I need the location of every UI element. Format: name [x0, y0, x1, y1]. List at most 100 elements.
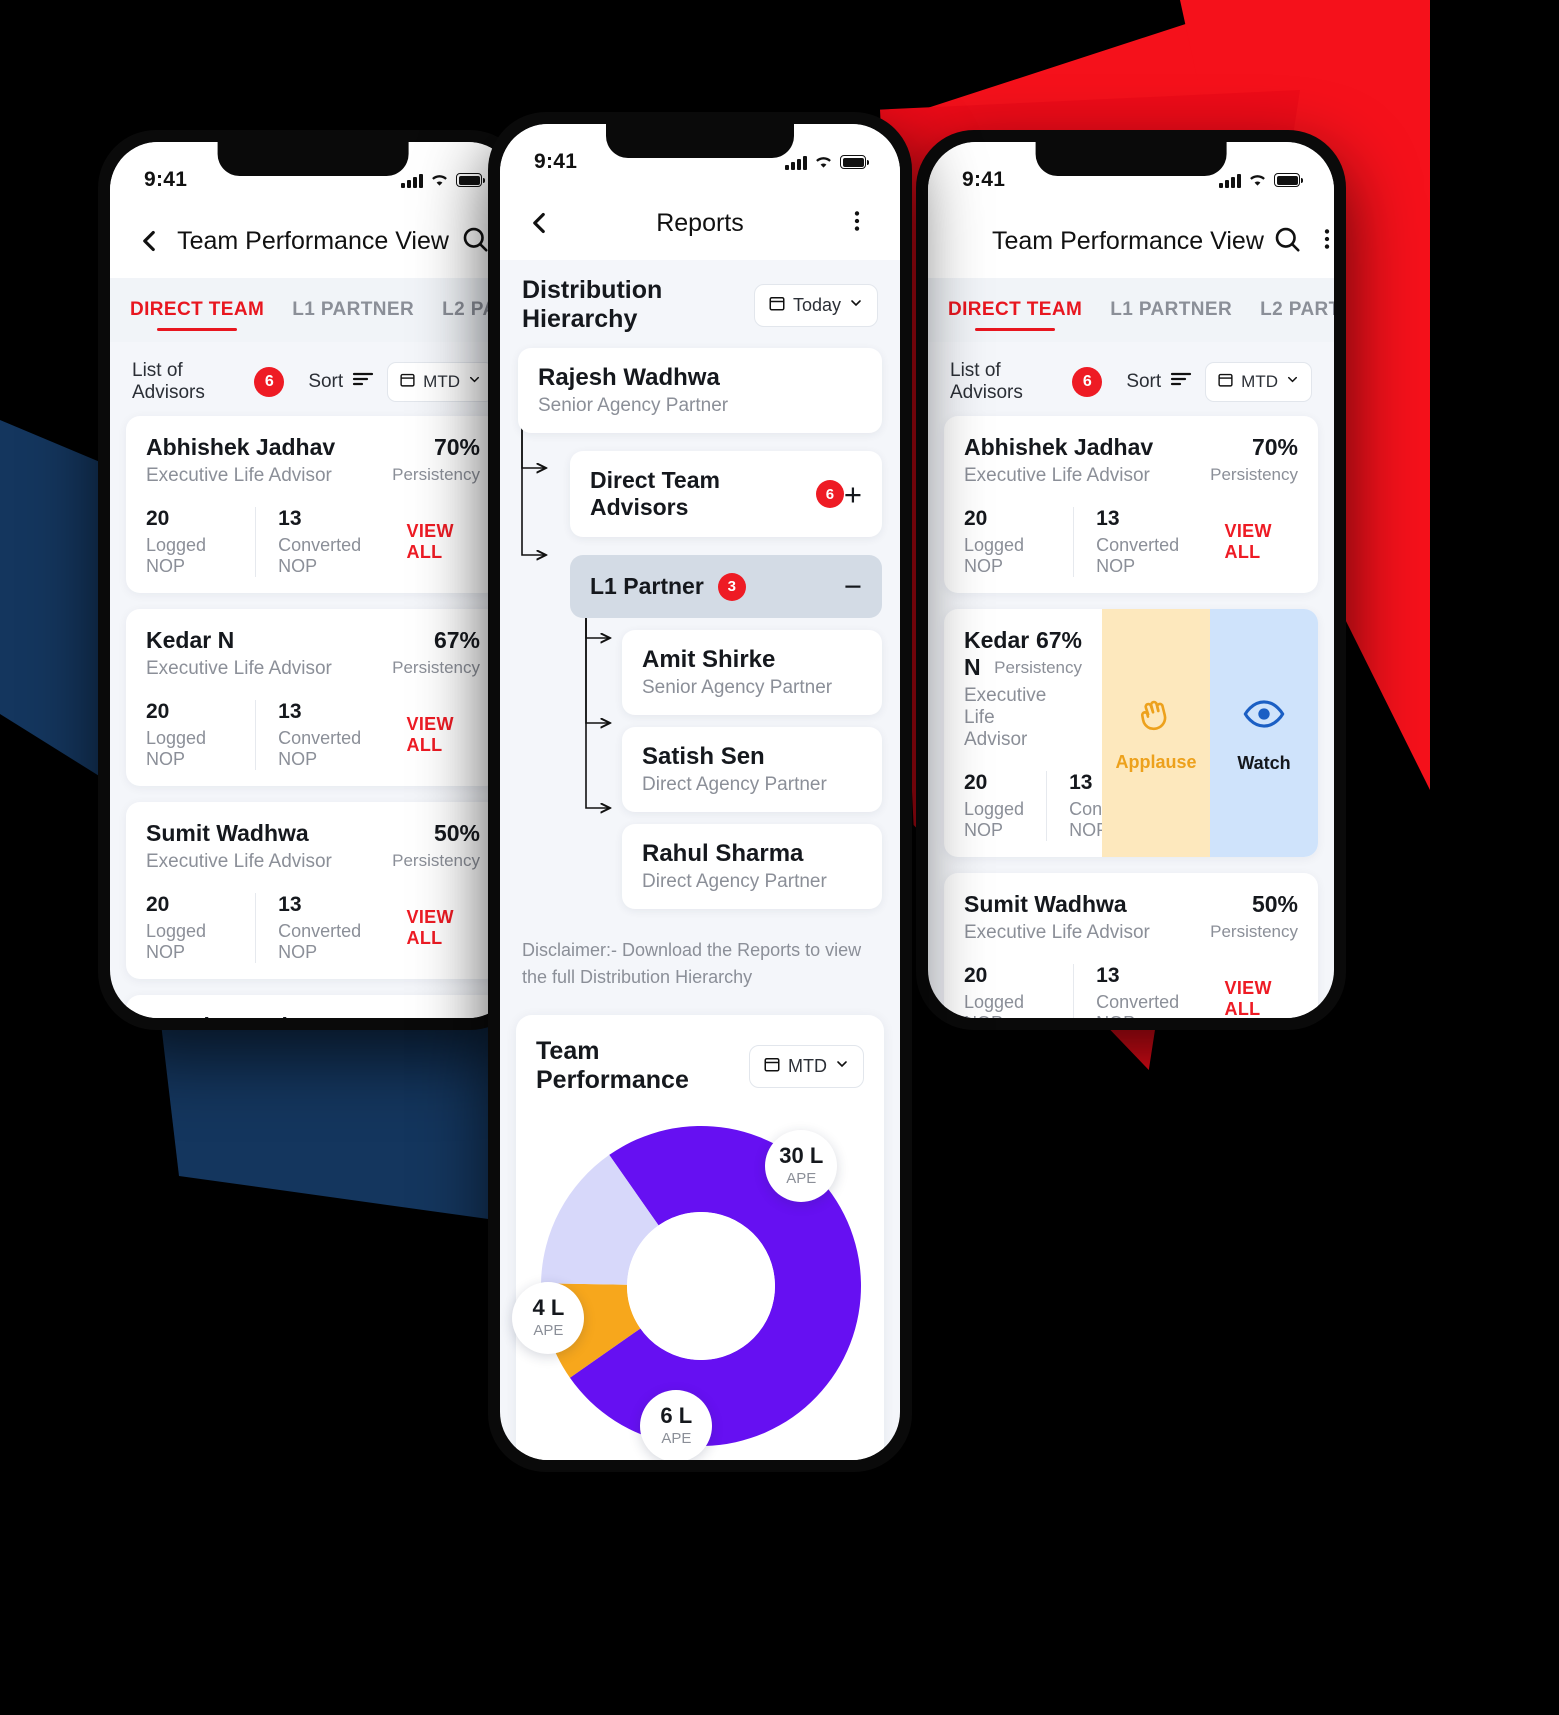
- list-of-advisors-label: List of Advisors: [950, 360, 1023, 403]
- value-label: 4 L: [532, 1295, 565, 1321]
- search-icon[interactable]: [1272, 224, 1306, 258]
- sort-icon: [1169, 370, 1193, 394]
- sort-button[interactable]: Sort: [1126, 370, 1193, 394]
- page-title: Team Performance View: [992, 226, 1264, 255]
- persistency-label: Persistency: [1210, 922, 1298, 941]
- table-row[interactable]: Kunal Karnal Executive Life Advisor 45% …: [126, 995, 500, 1018]
- table-row-swiped[interactable]: Kedar N Executive Life Advisor 67% Persi…: [944, 609, 1318, 857]
- team-performance-header: Team Performance MTD: [536, 1037, 864, 1095]
- unit-label: APE: [533, 1322, 564, 1340]
- view-all-link[interactable]: VIEW ALL: [1225, 521, 1298, 563]
- advisor-list: Abhishek Jadhav Executive Life Advisor 7…: [928, 416, 1334, 1018]
- hierarchy-child-node[interactable]: Amit Shirke Senior Agency Partner: [622, 630, 882, 715]
- table-row[interactable]: Sumit Wadhwa Executive Life Advisor 50% …: [944, 873, 1318, 1018]
- stat-converted-nop: 13 Converted NOP: [255, 507, 406, 577]
- sort-button[interactable]: Sort: [308, 370, 375, 394]
- more-vertical-icon[interactable]: [844, 206, 878, 240]
- status-time: 9:41: [534, 150, 578, 173]
- advisor-header: Abhishek Jadhav Executive Life Advisor 7…: [964, 434, 1298, 487]
- phone-notch: [1035, 142, 1227, 176]
- tab-l1-partner[interactable]: L1 PARTNER: [1110, 278, 1232, 342]
- stat-logged-nop: 20 Logged NOP: [146, 700, 255, 770]
- collapse-toggle-icon[interactable]: −: [844, 571, 862, 602]
- more-vertical-icon[interactable]: [1314, 224, 1334, 258]
- advisor-header: Abhishek Jadhav Executive Life Advisor 7…: [146, 434, 480, 487]
- stat-logged-nop: 20 Logged NOP: [964, 771, 1046, 841]
- back-button[interactable]: [522, 206, 556, 240]
- table-row[interactable]: Abhishek Jadhav Executive Life Advisor 7…: [944, 416, 1318, 593]
- expand-toggle-icon[interactable]: +: [844, 479, 862, 510]
- advisor-identity: Abhishek Jadhav Executive Life Advisor: [964, 434, 1200, 487]
- view-all-link[interactable]: VIEW ALL: [407, 521, 480, 563]
- advisor-identity: Kedar N Executive Life Advisor: [146, 627, 382, 680]
- advisor-identity: Sumit Wadhwa Executive Life Advisor: [964, 891, 1200, 944]
- advisor-role: Executive Life Advisor: [964, 922, 1150, 943]
- screen-team-performance-right: 9:41 Team Performance View DIRECT TEAM L…: [928, 142, 1334, 1018]
- hierarchy-child-node[interactable]: Satish Sen Direct Agency Partner: [622, 727, 882, 812]
- period-selector-mtd[interactable]: MTD: [387, 362, 494, 402]
- advisor-role: Executive Life Advisor: [146, 658, 332, 679]
- view-all-link[interactable]: VIEW ALL: [407, 907, 480, 949]
- period-selector-mtd[interactable]: MTD: [749, 1044, 864, 1088]
- persistency-label: Persistency: [1210, 465, 1298, 484]
- child-role: Senior Agency Partner: [642, 677, 833, 698]
- clapping-hands-icon: [1135, 693, 1177, 740]
- period-selector-mtd[interactable]: MTD: [1205, 362, 1312, 402]
- child-role: Direct Agency Partner: [642, 871, 827, 892]
- table-row[interactable]: Kedar N Executive Life Advisor 67% Persi…: [126, 609, 500, 786]
- persistency-block: 45% Persistency: [382, 1013, 480, 1018]
- value-label: 6 L: [660, 1402, 693, 1428]
- tab-bar: DIRECT TEAM L1 PARTNER L2 PARTNER: [110, 278, 516, 342]
- back-button[interactable]: [950, 224, 984, 258]
- screen-reports: 9:41 Reports Distribution Hierarchy Toda…: [500, 124, 900, 1460]
- logged-nop-value: 20: [146, 700, 170, 723]
- status-time: 9:41: [962, 168, 1006, 191]
- logged-nop-value: 20: [964, 771, 988, 794]
- view-all-link[interactable]: VIEW ALL: [407, 714, 480, 756]
- period-label: MTD: [423, 372, 460, 391]
- list-of-advisors-label: List of Advisors: [132, 360, 205, 403]
- advisor-role: Executive Life Advisor: [964, 465, 1150, 486]
- logged-nop-value: 20: [964, 964, 988, 987]
- hierarchy-group-direct-team-advisors[interactable]: Direct Team Advisors 6 +: [570, 451, 882, 537]
- phone-right: 9:41 Team Performance View DIRECT TEAM L…: [916, 130, 1346, 1030]
- tab-bar: DIRECT TEAM L1 PARTNER L2 PARTNER: [928, 278, 1334, 342]
- tab-direct-team[interactable]: DIRECT TEAM: [130, 278, 264, 342]
- persistency-label: Persistency: [994, 658, 1082, 677]
- logged-nop-value: 20: [964, 507, 988, 530]
- tab-l1-partner[interactable]: L1 PARTNER: [292, 278, 414, 342]
- table-row[interactable]: Sumit Wadhwa Executive Life Advisor 50% …: [126, 802, 500, 979]
- period-selector-today[interactable]: Today: [753, 283, 878, 327]
- stat-converted-nop: 13 Converted NOP: [255, 893, 406, 963]
- hierarchy-child-node[interactable]: Rahul Sharma Direct Agency Partner: [622, 824, 882, 909]
- distribution-hierarchy-header: Distribution Hierarchy Today: [500, 260, 900, 348]
- advisor-count-badge: 6: [254, 367, 285, 397]
- advisor-stats: 20 Logged NOP 13 Converted NOP VIEW ALL: [964, 771, 1221, 841]
- tab-l2-partner[interactable]: L2 PARTNER: [1260, 278, 1334, 342]
- advisor-header: Kedar N Executive Life Advisor 67% Persi…: [146, 627, 480, 680]
- hierarchy-disclaimer: Disclaimer:- Download the Reports to vie…: [522, 940, 862, 987]
- data-label-bubble: 6 L APE: [640, 1389, 713, 1460]
- applause-action-button[interactable]: Applause: [1102, 609, 1210, 857]
- back-button[interactable]: [132, 224, 166, 258]
- status-icons: [401, 173, 485, 188]
- calendar-icon: [1217, 371, 1234, 393]
- advisor-name: Abhishek Jadhav: [964, 434, 1154, 460]
- logged-nop-label: Logged NOP: [146, 921, 207, 962]
- hierarchy-group-l1-partner[interactable]: L1 Partner 3 −: [570, 555, 882, 618]
- watch-action-button[interactable]: Watch: [1210, 609, 1318, 857]
- persistency-block: 67% Persistency: [984, 627, 1082, 678]
- persistency-value: 67%: [433, 627, 480, 653]
- chevron-down-icon: [1285, 372, 1300, 392]
- battery-icon: [840, 155, 869, 169]
- view-all-link[interactable]: VIEW ALL: [1225, 978, 1298, 1018]
- advisor-stats: 20 Logged NOP 13 Converted NOP VIEW ALL: [146, 893, 480, 963]
- table-row[interactable]: Abhishek Jadhav Executive Life Advisor 7…: [126, 416, 500, 593]
- persistency-value: 67%: [1035, 627, 1082, 653]
- tab-direct-team[interactable]: DIRECT TEAM: [948, 278, 1082, 342]
- stat-converted-nop: 13 Converted NOP: [1073, 964, 1224, 1018]
- advisor-name: Kedar N: [146, 627, 235, 653]
- converted-nop-value: 13: [278, 700, 302, 723]
- calendar-icon: [399, 371, 416, 393]
- hierarchy-root-node[interactable]: Rajesh Wadhwa Senior Agency Partner: [518, 348, 882, 433]
